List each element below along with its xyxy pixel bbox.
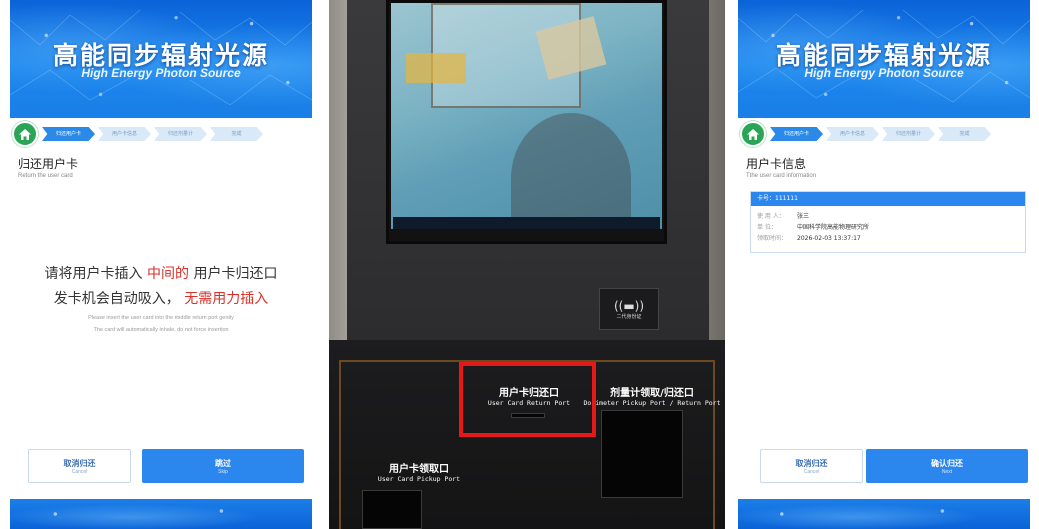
step-1: 归还用户卡 xyxy=(770,127,823,141)
card-info-screen: 高能同步辐射光源 High Energy Photon Source 归还用户卡… xyxy=(738,0,1030,529)
info-key: 使 用 人： xyxy=(757,213,785,220)
instruction-en-line: The card will automatically inhale, do n… xyxy=(93,327,229,333)
confirm-return-button[interactable]: 确认归还 Next xyxy=(866,449,1028,483)
info-key: 单 位： xyxy=(757,224,777,231)
info-row-unit: 单 位： 中国科学院高能物理研究所 xyxy=(757,222,1019,233)
info-value: 中国科学院高能物理研究所 xyxy=(797,224,870,231)
step-1: 归还用户卡 xyxy=(42,127,95,141)
composite-screenshot: 高能同步辐射光源 High Energy Photon Source 归还用户卡… xyxy=(0,0,1039,529)
home-icon xyxy=(19,128,31,140)
info-key: 领取时间： xyxy=(757,235,788,242)
info-row-user: 使 用 人： 张三 xyxy=(757,211,1019,222)
cancel-button[interactable]: 取消归还 Cancel xyxy=(28,449,131,483)
instruction-en-line: Please insert the user card into the mid… xyxy=(88,315,234,321)
page-title: 归还用户卡 xyxy=(18,157,79,171)
step-4: 完成 xyxy=(938,127,991,141)
pickup-port-label: 用户卡领取口 User Card Pickup Port xyxy=(359,460,479,483)
skip-label: 跳过 xyxy=(215,458,231,468)
kiosk-photo: ((▬)) 二代身份证 用户卡归还口 User Card Return Port… xyxy=(329,0,725,529)
banner-subtitle: High Energy Photon Source xyxy=(804,66,964,80)
return-card-screen: 高能同步辐射光源 High Energy Photon Source 归还用户卡… xyxy=(10,0,312,529)
skip-button[interactable]: 跳过 Skip xyxy=(142,449,304,483)
step-progress: 归还用户卡 用户卡信息 归还剂量计 完成 xyxy=(738,121,1030,147)
step-2: 用户卡信息 xyxy=(98,127,151,141)
action-buttons: 取消归还 Cancel 确认归还 Next xyxy=(738,449,1030,483)
id-card-reader: ((▬)) 二代身份证 xyxy=(599,288,659,330)
instruction-highlight: 中间的 xyxy=(147,266,189,282)
page-subtitle: Tthe user card information xyxy=(746,173,817,179)
kiosk-screen xyxy=(391,3,662,229)
dosimeter-port-en: Dosimeter Pickup Port / Return Port xyxy=(583,399,721,407)
home-button[interactable] xyxy=(12,121,38,147)
cancel-label-en: Cancel xyxy=(803,468,820,475)
cancel-button[interactable]: 取消归还 Cancel xyxy=(760,449,863,483)
instruction-text: 请将用户卡插入 xyxy=(44,266,143,282)
step-2: 用户卡信息 xyxy=(826,127,879,141)
taskbar xyxy=(393,217,660,229)
step-3: 归还剂量计 xyxy=(882,127,935,141)
instruction-message: 请将用户卡插入 中间的 用户卡归还口 发卡机会自动吸入， 无需用力插入 xyxy=(10,262,312,312)
dosimeter-port xyxy=(601,410,683,498)
step-4: 完成 xyxy=(210,127,263,141)
footer-banner xyxy=(10,499,312,529)
highlight-box xyxy=(459,362,596,437)
cancel-label: 取消归还 xyxy=(63,458,96,468)
user-card-info: 卡号：111111 使 用 人： 张三 单 位： 中国科学院高能物理研究所 领取… xyxy=(750,191,1026,253)
info-row-time: 领取时间： 2026-02-03 13:37:17 xyxy=(757,233,1019,244)
confirm-label-en: Next xyxy=(941,468,953,475)
skip-label-en: Skip xyxy=(218,468,228,475)
instruction-text: 发卡机会自动吸入， xyxy=(53,291,180,307)
step-3: 归还剂量计 xyxy=(154,127,207,141)
id-reader-label: 二代身份证 xyxy=(616,313,642,320)
cancel-label: 取消归还 xyxy=(795,458,828,468)
card-number: 卡号：111111 xyxy=(751,192,1025,206)
banner-subtitle: High Energy Photon Source xyxy=(81,66,241,80)
pickup-port-cn: 用户卡领取口 xyxy=(389,464,449,475)
home-icon xyxy=(747,128,759,140)
dosimeter-port-cn: 剂量计领取/归还口 xyxy=(610,388,694,399)
home-button[interactable] xyxy=(740,121,766,147)
confirm-label: 确认归还 xyxy=(931,458,963,468)
instruction-english: Please insert the user card into the mid… xyxy=(10,312,312,336)
id-card-reader-icon: ((▬)) xyxy=(613,298,645,313)
action-buttons: 取消归还 Cancel 跳过 Skip xyxy=(10,449,312,483)
instruction-text: 用户卡归还口 xyxy=(193,266,278,282)
step-progress: 归还用户卡 用户卡信息 归还剂量计 完成 xyxy=(10,121,312,147)
banner: 高能同步辐射光源 High Energy Photon Source xyxy=(738,0,1030,118)
instruction-highlight: 无需用力插入 xyxy=(184,291,269,307)
dosimeter-port-label: 剂量计领取/归还口 Dosimeter Pickup Port / Return… xyxy=(579,384,725,407)
cancel-label-en: Cancel xyxy=(71,468,88,475)
pickup-port-en: User Card Pickup Port xyxy=(377,475,461,483)
footer-banner xyxy=(738,499,1030,529)
banner: 高能同步辐射光源 High Energy Photon Source xyxy=(10,0,312,118)
page-subtitle: Return the user card xyxy=(18,173,73,179)
card-pickup-port xyxy=(362,490,422,529)
info-value: 张三 xyxy=(797,213,810,220)
info-value: 2026-02-03 13:37:17 xyxy=(797,235,861,242)
page-title: 用户卡信息 xyxy=(746,157,807,171)
kiosk-monitor xyxy=(386,0,667,244)
